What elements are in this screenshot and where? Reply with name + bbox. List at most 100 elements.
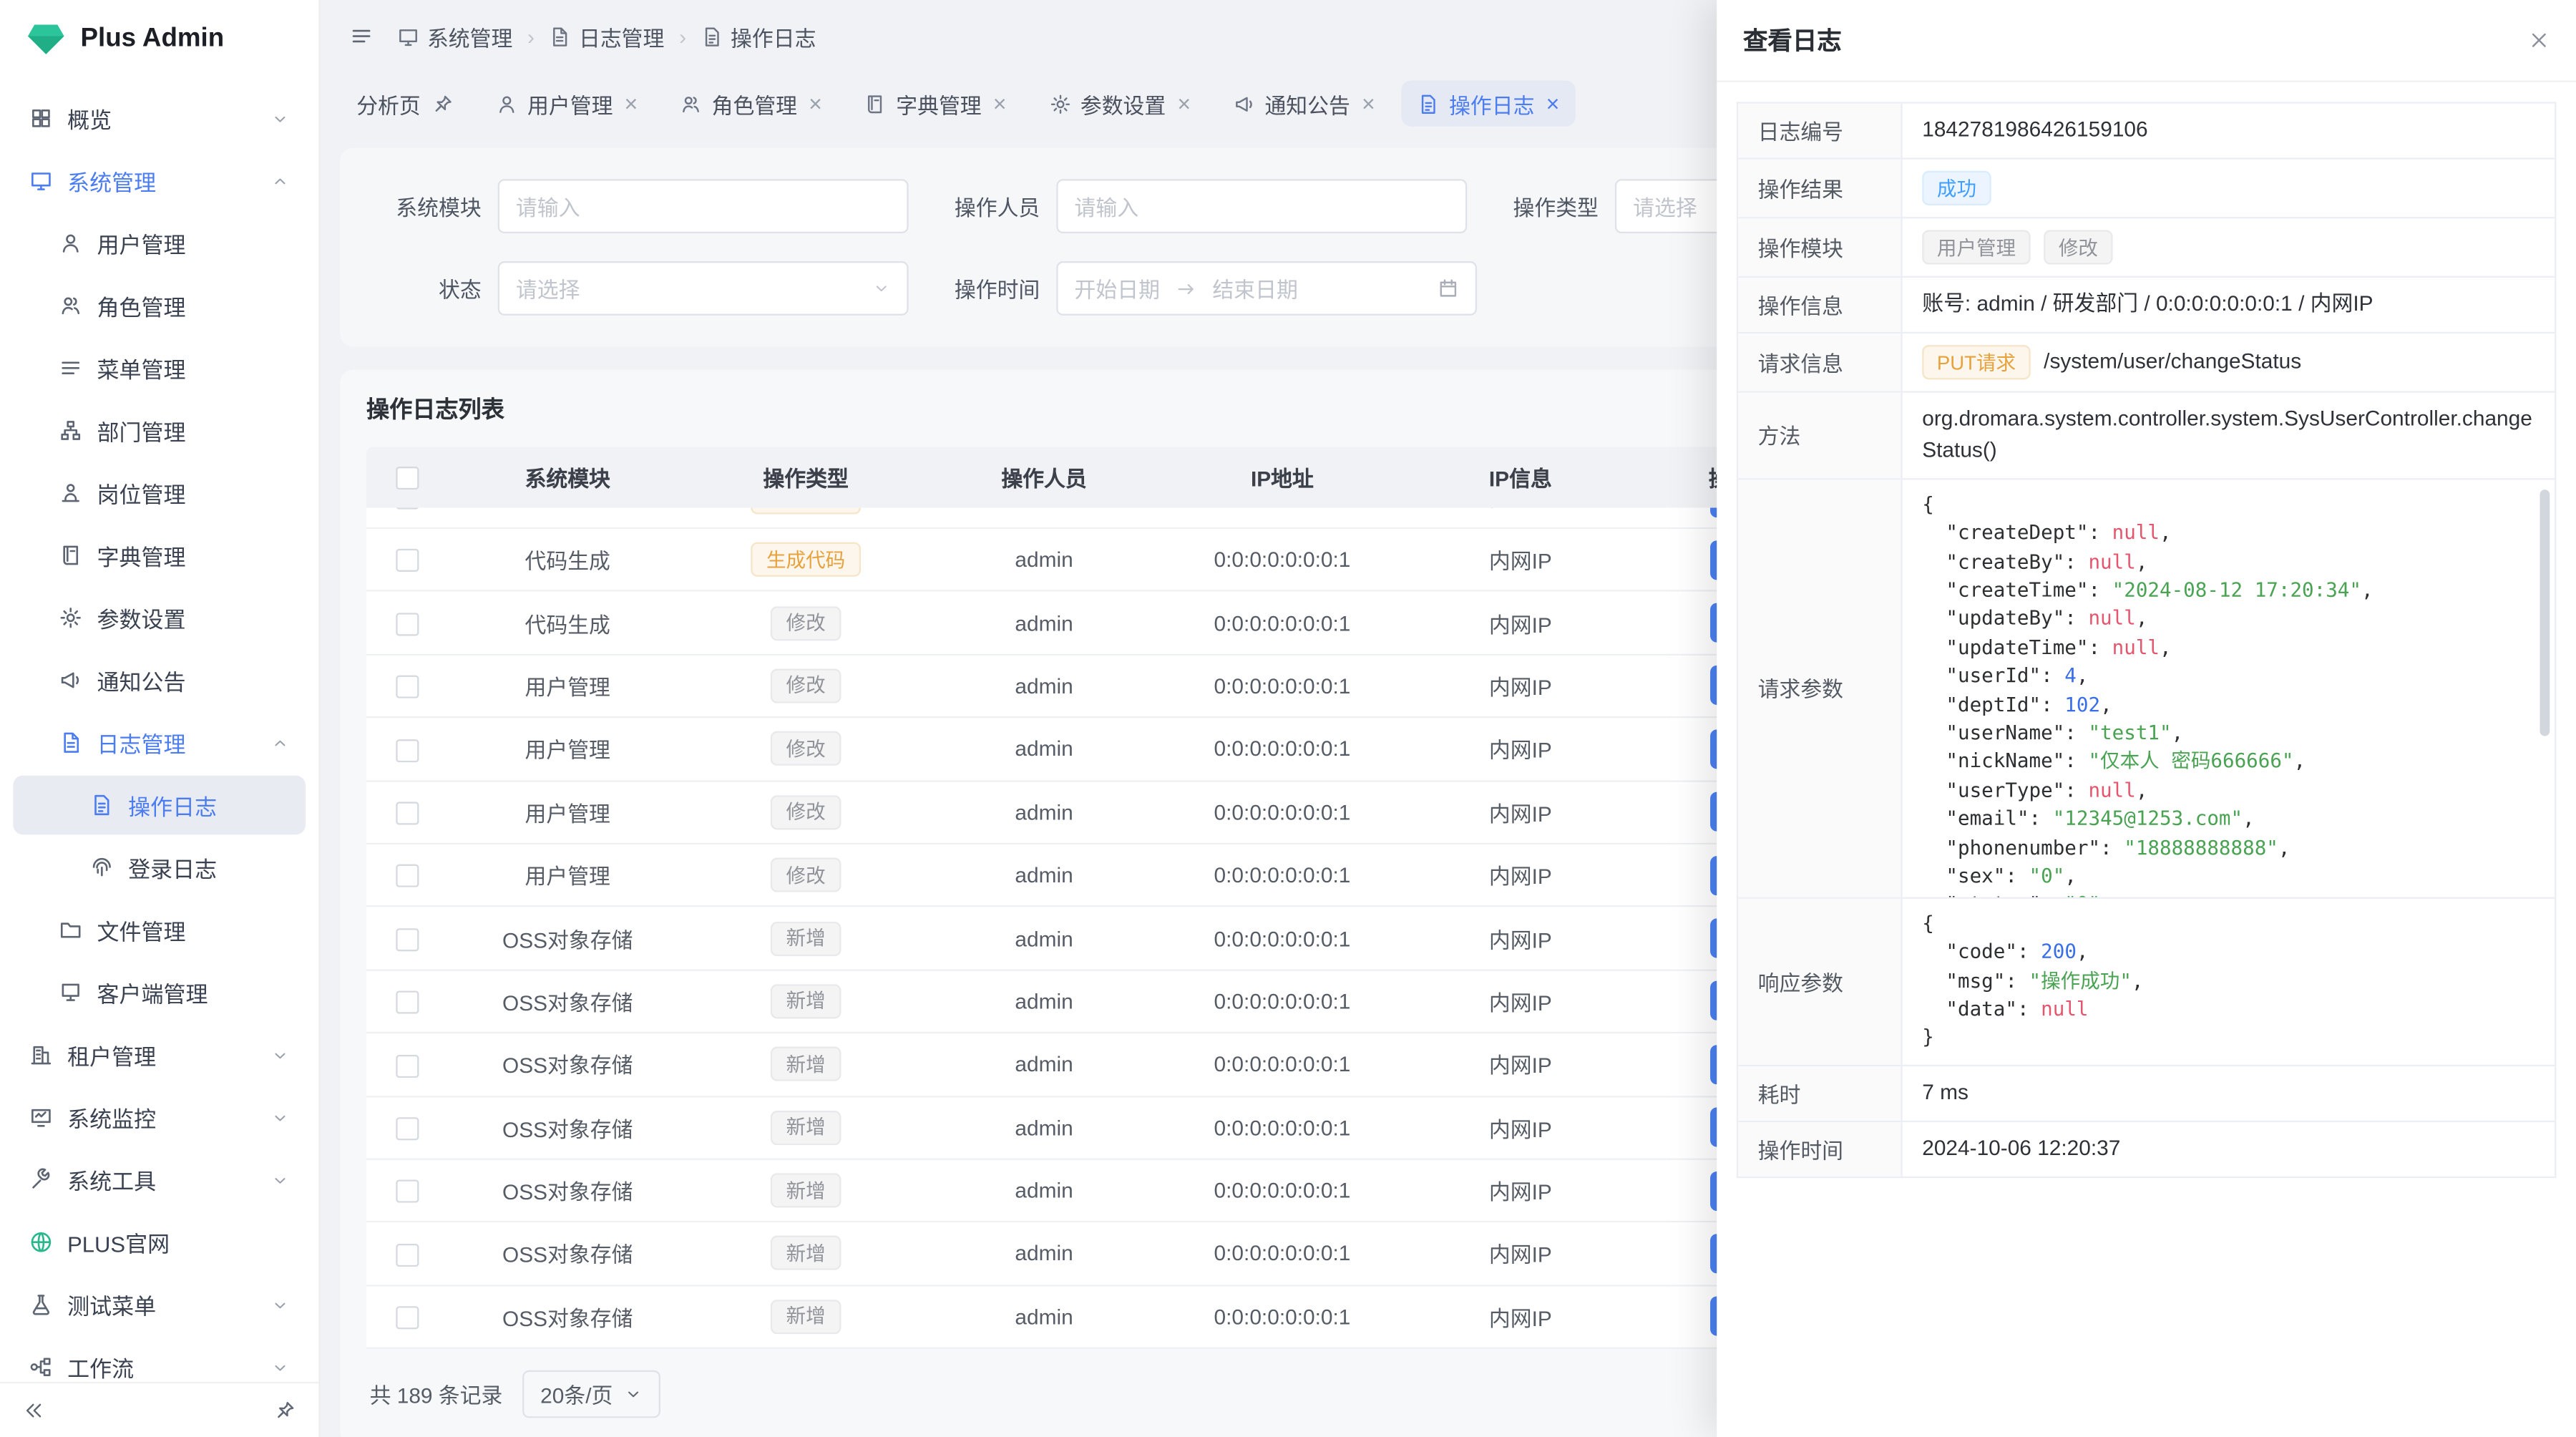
cell-ip: 0:0:0:0:0:0:0:1 — [1163, 863, 1402, 887]
sidebar-item-menu-management[interactable]: 菜单管理 — [13, 338, 306, 398]
row-checkbox[interactable] — [396, 991, 419, 1014]
sidebar-item-notice[interactable]: 通知公告 — [13, 651, 306, 710]
breadcrumb-item[interactable]: 操作日志 — [701, 21, 816, 52]
sidebar-item-file-management[interactable]: 文件管理 — [13, 900, 306, 960]
search-field-label: 系统模块 — [386, 190, 482, 222]
scrollbar[interactable] — [2540, 489, 2550, 887]
sidebar-item-plus-site[interactable]: PLUS官网 — [13, 1212, 306, 1272]
sidebar-item-dict-management[interactable]: 字典管理 — [13, 526, 306, 585]
tab-close-icon[interactable]: × — [625, 92, 638, 115]
sidebar-item-dept-management[interactable]: 部门管理 — [13, 401, 306, 460]
sidebar-item-login-log[interactable]: 登录日志 — [13, 838, 306, 897]
sidebar-item-test-menu[interactable]: 测试菜单 — [13, 1275, 306, 1335]
page-size-select[interactable]: 20条/页 — [522, 1370, 660, 1418]
row-checkbox[interactable] — [396, 1117, 419, 1140]
row-checkbox[interactable] — [396, 865, 419, 888]
cell-operator: admin — [925, 1305, 1163, 1329]
cell-module: 代码生成 — [449, 507, 687, 512]
system-module-input[interactable]: 请输入 — [498, 179, 909, 233]
logo[interactable]: Plus Admin — [0, 0, 318, 79]
detail-row-time: 操作时间 2024-10-06 12:20:37 — [1738, 1121, 2555, 1176]
sidebar-item-param-settings[interactable]: 参数设置 — [13, 588, 306, 648]
sidebar-item-label: 概览 — [67, 102, 112, 135]
search-field-label: 操作时间 — [945, 273, 1040, 304]
sidebar-item-label: 岗位管理 — [97, 477, 185, 510]
sidebar-item-workflow[interactable]: 工作流 — [13, 1338, 306, 1382]
sidebar-item-user-management[interactable]: 用户管理 — [13, 213, 306, 273]
tab-close-icon[interactable]: × — [1177, 92, 1191, 115]
detail-row-request: 请求信息 PUT请求 /system/user/changeStatus — [1738, 333, 2555, 393]
doc-icon — [1418, 93, 1439, 115]
tab-notice[interactable]: 通知公告× — [1217, 81, 1392, 127]
cell-module: OSS对象存储 — [449, 1112, 687, 1144]
sidebar-item-label: 参数设置 — [97, 601, 185, 634]
breadcrumb-item[interactable]: 日志管理 — [550, 21, 665, 52]
sidebar-item-overview[interactable]: 概览 — [13, 89, 306, 148]
collapse-sidebar-icon[interactable] — [23, 1400, 44, 1421]
role-icon — [59, 294, 82, 317]
sidebar-item-log-management[interactable]: 日志管理 — [13, 713, 306, 772]
sidebar-item-label: 文件管理 — [97, 914, 185, 947]
select-all-checkbox[interactable] — [396, 467, 419, 490]
sidebar-item-system-tools[interactable]: 系统工具 — [13, 1150, 306, 1209]
detail-label: 操作模块 — [1738, 218, 1903, 276]
sidebar-item-label: 部门管理 — [97, 414, 185, 447]
row-checkbox[interactable] — [396, 928, 419, 951]
cell-module: OSS对象存储 — [449, 1175, 687, 1207]
breadcrumb: 系统管理›日志管理›操作日志 — [398, 21, 816, 52]
globe-icon — [29, 1231, 52, 1254]
scrollbar-thumb[interactable] — [2540, 489, 2550, 735]
hamburger-icon[interactable] — [350, 24, 373, 47]
tab-param-settings[interactable]: 参数设置× — [1033, 81, 1207, 127]
operator-input[interactable]: 请输入 — [1056, 179, 1467, 233]
detail-label: 操作信息 — [1738, 278, 1903, 332]
row-checkbox[interactable] — [396, 550, 419, 573]
tab-close-icon[interactable]: × — [993, 92, 1007, 115]
operation-time-range-input[interactable]: 开始日期结束日期 — [1056, 261, 1477, 316]
tab-close-icon[interactable]: × — [809, 92, 822, 115]
column-header: 操作类型 — [687, 462, 925, 493]
tab-close-icon[interactable]: × — [1362, 92, 1375, 115]
row-checkbox[interactable] — [396, 1054, 419, 1077]
sidebar-item-post-management[interactable]: 岗位管理 — [13, 463, 306, 522]
close-icon[interactable] — [2528, 29, 2550, 51]
sidebar-item-operation-log[interactable]: 操作日志 — [13, 776, 306, 835]
row-checkbox[interactable] — [396, 802, 419, 824]
column-header: 系统模块 — [449, 462, 687, 493]
user-icon — [59, 232, 82, 255]
row-checkbox[interactable] — [396, 676, 419, 698]
sidebar-item-system-management[interactable]: 系统管理 — [13, 151, 306, 210]
row-checkbox[interactable] — [396, 613, 419, 635]
drawer-header: 查看日志 — [1717, 0, 2576, 82]
row-checkbox[interactable] — [396, 1307, 419, 1330]
cell-ip-info: 内网IP — [1401, 1301, 1639, 1333]
tab-close-icon[interactable]: × — [1546, 92, 1560, 115]
row-checkbox[interactable] — [396, 1180, 419, 1203]
tab-operation-log[interactable]: 操作日志× — [1401, 81, 1576, 127]
cell-ip-info: 内网IP — [1401, 671, 1639, 702]
sidebar-item-label: 通知公告 — [97, 664, 185, 697]
cell-ip-info: 内网IP — [1401, 1112, 1639, 1144]
detail-row-duration: 耗时 7 ms — [1738, 1066, 2555, 1121]
drawer-title: 查看日志 — [1743, 23, 1842, 57]
detail-row-log-id: 日志编号 1842781986426159106 — [1738, 104, 2555, 160]
sidebar-item-role-management[interactable]: 角色管理 — [13, 276, 306, 336]
breadcrumb-item[interactable]: 系统管理 — [398, 21, 513, 52]
flow-icon — [29, 1355, 52, 1378]
row-checkbox[interactable] — [396, 507, 419, 510]
sidebar-item-tenant-management[interactable]: 租户管理 — [13, 1026, 306, 1085]
status-select[interactable]: 请选择 — [498, 261, 909, 316]
tab-dict-management[interactable]: 字典管理× — [849, 81, 1023, 127]
row-checkbox[interactable] — [396, 1243, 419, 1266]
sidebar-item-label: 测试菜单 — [67, 1288, 156, 1321]
sidebar-item-client-management[interactable]: 客户端管理 — [13, 963, 306, 1022]
request-params-code[interactable]: { "createDept": null, "createBy": null, … — [1903, 479, 2555, 897]
sidebar-pin-icon[interactable] — [274, 1400, 296, 1421]
tab-user-management[interactable]: 用户管理× — [479, 81, 654, 127]
log-id-value: 1842781986426159106 — [1903, 104, 2555, 158]
sidebar-item-label: 字典管理 — [97, 539, 185, 572]
row-checkbox[interactable] — [396, 739, 419, 761]
tab-analysis[interactable]: 分析页 — [340, 81, 469, 127]
tab-role-management[interactable]: 角色管理× — [664, 81, 839, 127]
sidebar-item-system-monitor[interactable]: 系统监控 — [13, 1088, 306, 1147]
